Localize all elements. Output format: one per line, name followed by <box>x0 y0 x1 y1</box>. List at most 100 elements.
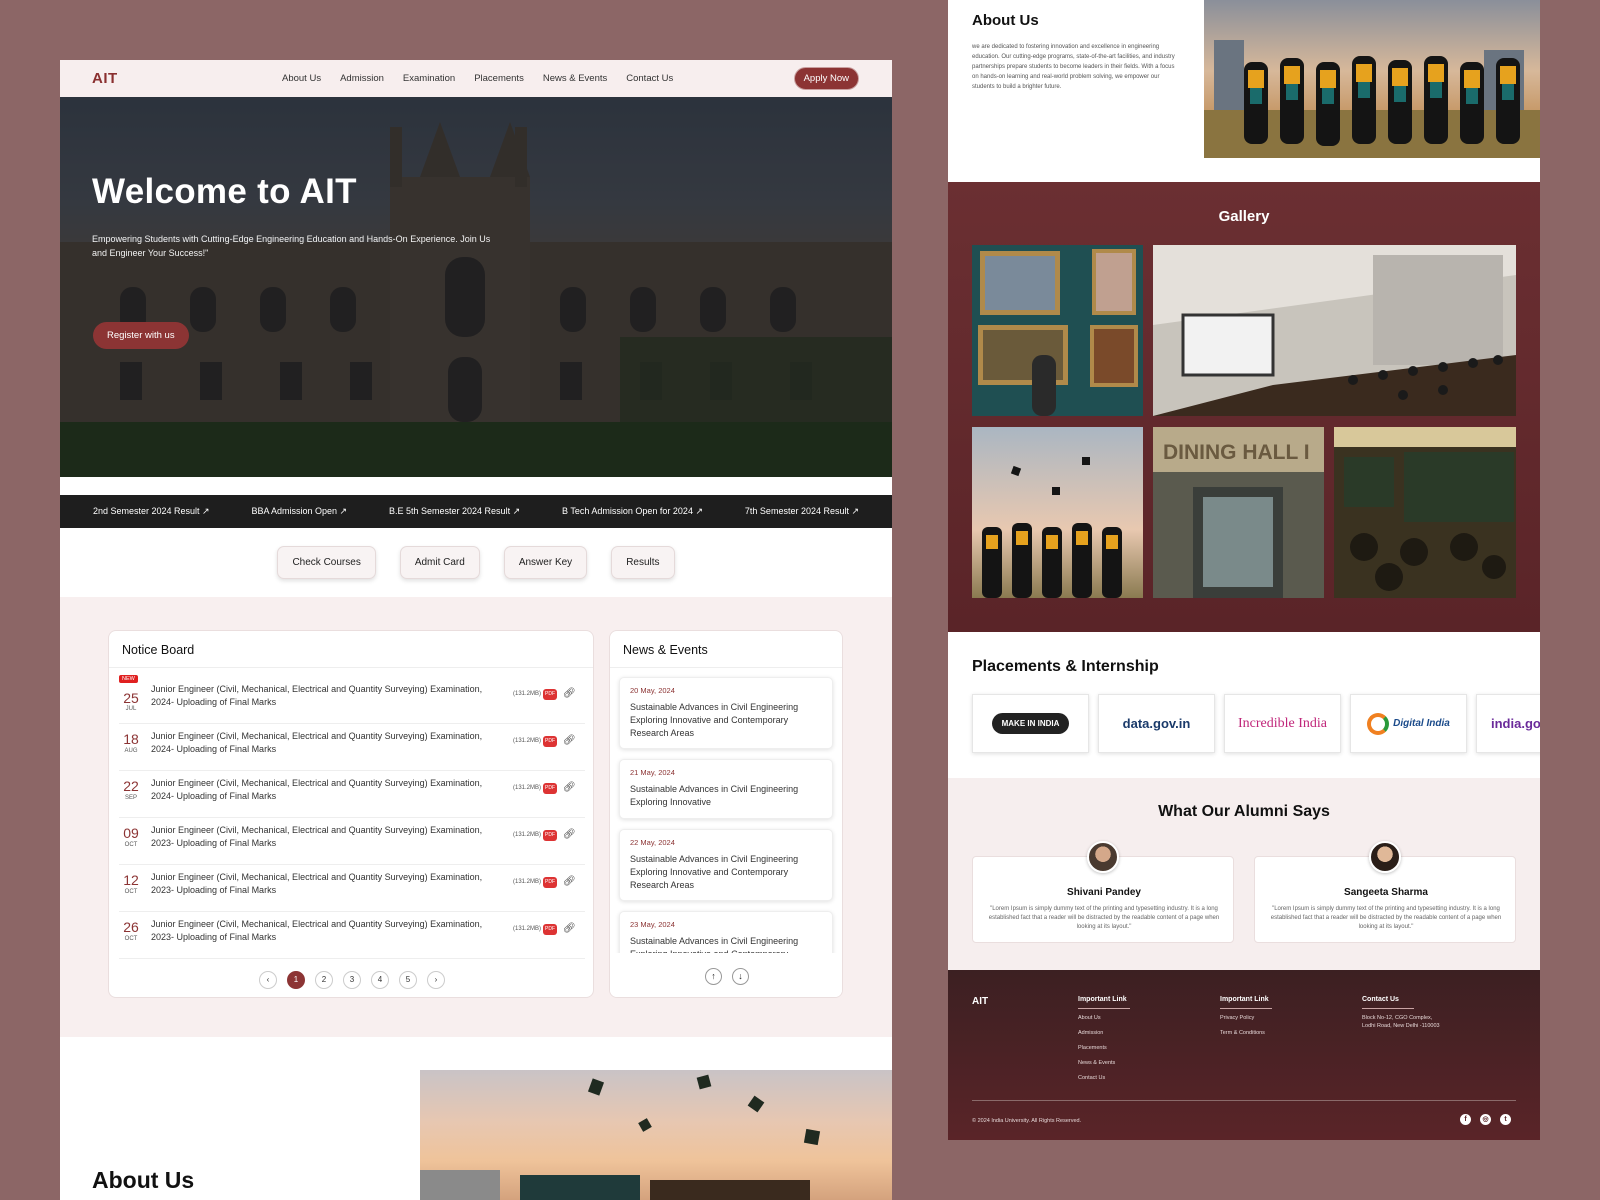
page-button[interactable]: 1 <box>287 971 305 989</box>
make-in-india-logo[interactable]: MAKE IN INDIA <box>972 694 1089 753</box>
arrow-down-icon[interactable]: ↓ <box>732 967 749 985</box>
notice-text[interactable]: Junior Engineer (Civil, Mechanical, Elec… <box>151 777 501 802</box>
news-date: 23 May, 2024 <box>630 920 675 929</box>
about-section-right: About Us we are dedicated to fostering i… <box>948 0 1540 182</box>
avatar <box>1087 841 1119 873</box>
link-icon[interactable]: 🔗︎ <box>563 688 576 699</box>
link-icon[interactable]: 🔗︎ <box>563 923 576 934</box>
twitter-icon[interactable]: t <box>1500 1114 1511 1125</box>
register-button[interactable]: Register with us <box>93 322 189 349</box>
data-gov-logo[interactable]: data.gov.in <box>1098 694 1215 753</box>
pdf-icon[interactable]: PDF <box>543 877 557 888</box>
notice-month: OCT <box>124 889 138 895</box>
nav-news-events[interactable]: News & Events <box>543 73 607 84</box>
page-button[interactable]: 5 <box>399 971 417 989</box>
notice-row[interactable]: 26 OCT Junior Engineer (Civil, Mechanica… <box>119 912 585 959</box>
notice-text[interactable]: Junior Engineer (Civil, Mechanical, Elec… <box>151 871 501 896</box>
pagination: ‹ 1 2 3 4 5 › <box>109 971 595 989</box>
page-button[interactable]: 2 <box>315 971 333 989</box>
footer-link[interactable]: About Us <box>1078 1015 1130 1021</box>
notice-text[interactable]: Junior Engineer (Civil, Mechanical, Elec… <box>151 824 501 849</box>
gallery-image-auditorium[interactable] <box>1153 245 1516 416</box>
nav-examination[interactable]: Examination <box>403 73 455 84</box>
news-card[interactable]: 20 May, 2024 Sustainable Advances in Civ… <box>619 677 833 749</box>
pdf-icon[interactable]: PDF <box>543 924 557 935</box>
facebook-icon[interactable]: f <box>1460 1114 1471 1125</box>
digital-india-logo[interactable]: Digital India <box>1350 694 1467 753</box>
nav-admission[interactable]: Admission <box>340 73 384 84</box>
top-navbar: AIT About Us Admission Examination Place… <box>60 60 892 97</box>
incredible-india-logo[interactable]: Incredible India <box>1224 694 1341 753</box>
answer-key-button[interactable]: Answer Key <box>503 546 588 579</box>
news-card[interactable]: 21 May, 2024 Sustainable Advances in Civ… <box>619 759 833 819</box>
alumni-title: What Our Alumni Says <box>1158 803 1330 820</box>
india-gov-logo[interactable]: india.gov <box>1476 694 1540 753</box>
footer-link[interactable]: Privacy Policy <box>1220 1015 1272 1021</box>
pdf-icon[interactable]: PDF <box>543 736 557 747</box>
gallery-image-graduation[interactable] <box>972 427 1143 598</box>
digital-india-icon <box>1367 712 1390 735</box>
link-icon[interactable]: 🔗︎ <box>563 735 576 746</box>
pdf-icon[interactable]: PDF <box>543 689 557 700</box>
page-button[interactable]: 4 <box>371 971 389 989</box>
contact-address-line: Block No-12, CGO Complex, <box>1362 1015 1433 1021</box>
gallery-image-museum[interactable] <box>972 245 1143 416</box>
notice-day: 12 <box>123 872 139 888</box>
notice-text[interactable]: Junior Engineer (Civil, Mechanical, Elec… <box>151 918 501 943</box>
footer-link[interactable]: Term & Conditions <box>1220 1030 1272 1036</box>
ticker-item[interactable]: 7th Semester 2024 Result ↗ <box>745 506 859 517</box>
news-card[interactable]: 22 May, 2024 Sustainable Advances in Civ… <box>619 829 833 901</box>
notice-text[interactable]: Junior Engineer (Civil, Mechanical, Elec… <box>151 730 501 755</box>
notices-section: Notice Board NEW 25 JUL Junior Engineer … <box>60 597 892 1037</box>
notice-day: 22 <box>123 778 139 794</box>
notice-row[interactable]: 18 AUG Junior Engineer (Civil, Mechanica… <box>119 724 585 771</box>
page-button[interactable]: 3 <box>343 971 361 989</box>
footer-link[interactable]: News & Events <box>1078 1060 1130 1066</box>
notice-text[interactable]: Junior Engineer (Civil, Mechanical, Elec… <box>151 683 501 708</box>
digital-india-text: Digital India <box>1393 718 1450 729</box>
file-size: (131.2MB) <box>513 879 542 885</box>
notice-row[interactable]: 22 SEP Junior Engineer (Civil, Mechanica… <box>119 771 585 818</box>
next-page-icon[interactable]: › <box>427 971 445 989</box>
nav-links: About Us Admission Examination Placement… <box>282 60 673 97</box>
gallery-image-dining-hall[interactable]: DINING HALL I <box>1153 427 1324 598</box>
link-icon[interactable]: 🔗︎ <box>563 876 576 887</box>
nav-contact-us[interactable]: Contact Us <box>626 73 673 84</box>
notice-day: 18 <box>123 731 139 747</box>
hero-subtitle: Empowering Students with Cutting-Edge En… <box>92 234 491 258</box>
pdf-icon[interactable]: PDF <box>543 830 557 841</box>
graduation-image <box>420 1070 892 1200</box>
nav-about-us[interactable]: About Us <box>282 73 321 84</box>
footer-link[interactable]: Contact Us <box>1078 1075 1130 1081</box>
notice-day: 25 <box>123 690 139 706</box>
gallery-section: Gallery DINING HALL I <box>948 182 1540 632</box>
apply-now-button[interactable]: Apply Now <box>793 67 859 90</box>
ticker-item[interactable]: B.E 5th Semester 2024 Result ↗ <box>389 506 520 517</box>
footer-link[interactable]: Placements <box>1078 1045 1130 1051</box>
admit-card-button[interactable]: Admit Card <box>399 546 480 579</box>
notice-row[interactable]: 09 OCT Junior Engineer (Civil, Mechanica… <box>119 818 585 865</box>
prev-page-icon[interactable]: ‹ <box>259 971 277 989</box>
link-icon[interactable]: 🔗︎ <box>563 829 576 840</box>
notice-row[interactable]: NEW 25 JUL Junior Engineer (Civil, Mecha… <box>119 675 585 724</box>
results-button[interactable]: Results <box>611 546 675 579</box>
link-icon[interactable]: 🔗︎ <box>563 782 576 793</box>
check-courses-button[interactable]: Check Courses <box>277 546 376 579</box>
pdf-icon[interactable]: PDF <box>543 783 557 794</box>
site-logo[interactable]: AIT <box>92 70 118 87</box>
nav-placements[interactable]: Placements <box>474 73 524 84</box>
ticker-item[interactable]: 2nd Semester 2024 Result ↗ <box>93 506 210 517</box>
file-size: (131.2MB) <box>513 738 542 744</box>
arrow-up-icon[interactable]: ↑ <box>705 967 722 985</box>
homepage-continued: About Us we are dedicated to fostering i… <box>948 0 1540 1140</box>
notice-row[interactable]: 12 OCT Junior Engineer (Civil, Mechanica… <box>119 865 585 912</box>
gallery-image-classroom[interactable] <box>1334 427 1516 598</box>
ticker-item[interactable]: BBA Admission Open ↗ <box>251 506 347 517</box>
ticker-item[interactable]: B Tech Admission Open for 2024 ↗ <box>562 506 703 517</box>
news-text: Sustainable Advances in Civil Engineerin… <box>630 784 799 807</box>
alumni-name: Sangeeta Sharma <box>1344 887 1428 898</box>
instagram-icon[interactable]: ◎ <box>1480 1114 1491 1125</box>
news-events-title: News & Events <box>610 631 842 668</box>
footer-link[interactable]: Admission <box>1078 1030 1130 1036</box>
footer-logo[interactable]: AIT <box>972 996 988 1007</box>
